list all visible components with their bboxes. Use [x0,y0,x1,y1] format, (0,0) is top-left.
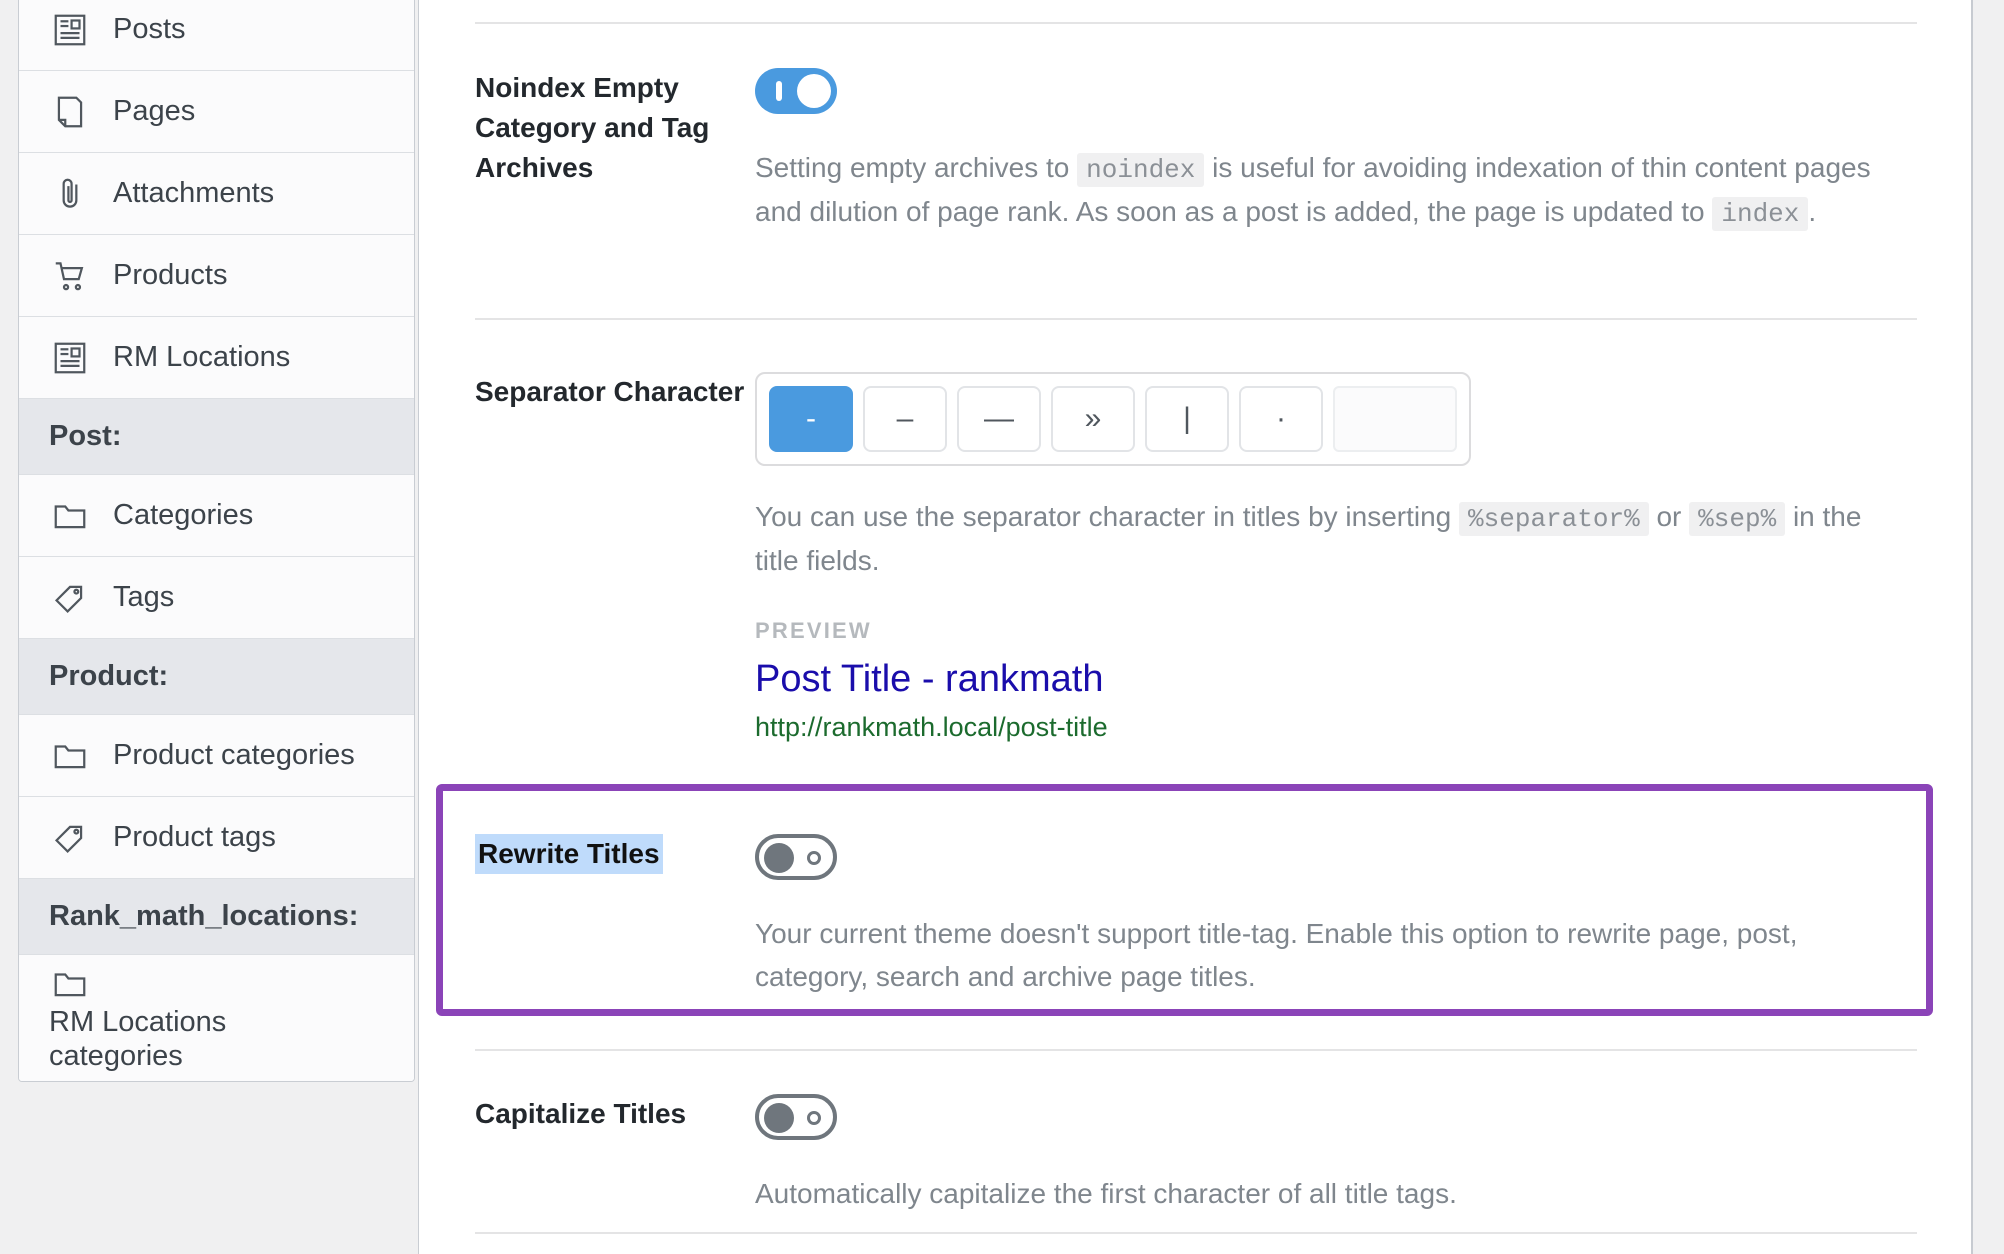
folder-icon [49,495,91,537]
paperclip-icon [49,173,91,215]
capitalize-titles-description: Automatically capitalize the first chara… [755,1178,1457,1209]
separator-option-double-angle-quote[interactable]: » [1051,386,1135,452]
separator-body: - – —» | · You can use the separator charact… [755,372,1875,745]
toggle-knob [764,1103,794,1133]
folder-icon [49,735,91,777]
sidebar-item-attachments[interactable]: Attachments [19,153,414,235]
toggle-off-circle-icon [807,1111,821,1125]
sidebar-item-posts[interactable]: Posts [19,0,414,71]
sidebar-item-categories[interactable]: Categories [19,475,414,557]
rewrite-titles-description: Your current theme doesn't support title… [755,918,1798,992]
sidebar-item-label: RM Locations categories [49,1006,227,1073]
separator-label: Separator Character [475,376,745,407]
sidebar-group-label: Rank_math_locations: [49,900,359,932]
sidebar-item-label: Pages [113,95,196,128]
preview-title-link[interactable]: Post Title - rankmath [755,656,1875,704]
separator-preview: PREVIEW Post Title - rankmath http://ran… [755,618,1875,745]
separator-options-group[interactable]: - – —» | · [755,372,1471,466]
separator-custom-input[interactable] [1333,386,1457,452]
folder-icon [49,963,91,1005]
divider-bottom [475,1232,1917,1234]
noindex-desc-part1: Setting empty archives to [755,152,1070,183]
toggle-knob [797,74,831,108]
toggle-bar-icon [776,81,782,101]
noindex-code-2: index [1712,196,1809,231]
divider-separator [475,318,1917,320]
tag-icon [49,817,91,859]
sidebar-item-label: Products [113,259,228,292]
page-icon [49,91,91,133]
capitalize-titles-label: Capitalize Titles [475,1098,687,1129]
article-icon [49,9,91,51]
sidebar-item-pages[interactable]: Pages [19,71,414,153]
separator-option-pipe[interactable]: | [1145,386,1229,452]
main-panel: Noindex Empty Category and Tag Archives … [420,0,1972,1254]
noindex-code-1: noindex [1077,153,1205,187]
sidebar-item-label: Product tags [113,821,276,854]
page-right-gutter [1973,0,2004,1254]
sidebar-menu: Posts Pages Attachments Products RM Location… [18,0,415,1083]
settings-page: Posts Pages Attachments Products RM Location… [0,0,2004,1254]
noindex-desc-part3: . [1808,195,1817,227]
separator-description: You can use the separator character in t… [755,496,1875,582]
toggle-knob [764,843,794,873]
divider-top [475,22,1917,24]
noindex-label: Noindex Empty Category and Tag Archives [475,72,710,183]
preview-url[interactable]: http://rankmath.local/post-title [755,710,1875,745]
sidebar: Posts Pages Attachments Products RM Location… [15,0,419,1254]
noindex-toggle[interactable] [755,68,837,114]
noindex-description: Setting empty archives to noindex is use… [755,147,1875,234]
sidebar-item-label: Categories [113,499,254,532]
separator-option-hyphen[interactable]: - [769,386,853,452]
sidebar-item-label: Tags [113,581,175,614]
cart-icon [49,255,91,297]
sidebar-item-label: Posts [113,13,186,46]
sidebar-item-products[interactable]: Products [19,235,414,317]
separator-code-1: %separator% [1459,502,1649,536]
separator-code-2: %sep% [1689,502,1786,536]
sidebar-item-label: Attachments [113,177,275,210]
rewrite-titles-body: Your current theme doesn't support title… [755,834,1875,998]
capitalize-titles-body: Automatically capitalize the first chara… [755,1094,1875,1216]
rewrite-titles-label: Rewrite Titles [475,834,663,874]
separator-option-en-dash[interactable]: – [863,386,947,452]
sidebar-item-label: RM Locations [113,341,291,374]
sidebar-item-rm-locations[interactable]: RM Locations [19,317,414,399]
tag-icon [49,577,91,619]
preview-heading: PREVIEW [755,618,872,644]
noindex-body: Setting empty archives to noindex is use… [755,68,1875,234]
capitalize-titles-toggle[interactable] [755,1094,837,1140]
toggle-off-circle-icon [807,851,821,865]
page-left-gutter [0,0,15,1254]
separator-desc-part2: or [1656,501,1682,532]
sidebar-item-rm-locations-categories[interactable]: RM Locations categories [19,955,414,1082]
sidebar-item-label: Product categories [113,739,355,772]
separator-option-middle-dot[interactable]: · [1239,386,1323,452]
separator-option-em-dash[interactable]: — [957,386,1041,452]
sidebar-group-label: Product: [49,660,169,692]
sidebar-group-header: Rank_math_locations: [19,879,414,955]
sidebar-item-product-tags[interactable]: Product tags [19,797,414,879]
rewrite-titles-toggle[interactable] [755,834,837,880]
sidebar-item-tags[interactable]: Tags [19,557,414,639]
sidebar-group-header: Post: [19,399,414,475]
divider-capitalize [475,1049,1917,1051]
sidebar-group-header: Product: [19,639,414,715]
separator-desc-part1: You can use the separator character in t… [755,501,1452,532]
article-icon [49,337,91,379]
sidebar-item-product-categories[interactable]: Product categories [19,715,414,797]
sidebar-group-label: Post: [49,420,122,452]
